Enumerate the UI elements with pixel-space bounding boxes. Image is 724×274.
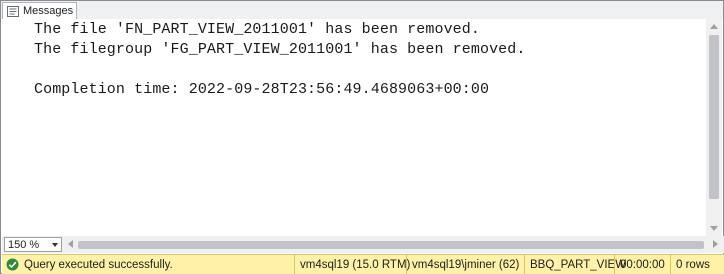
status-message: Query executed successfully. (24, 258, 173, 271)
horizontal-scroll-thumb[interactable] (78, 241, 704, 249)
status-user: vm4sql19\jminer (62) (406, 255, 524, 274)
tab-messages-label: Messages (23, 5, 74, 17)
messages-panel: Messages The file 'FN_PART_VIEW_2011001'… (0, 0, 724, 274)
vertical-scrollbar[interactable] (706, 19, 722, 236)
scroll-right-icon[interactable] (713, 240, 718, 248)
scroll-down-icon[interactable] (710, 226, 718, 231)
zoom-value: 150 % (8, 238, 40, 251)
message-line: The file 'FN_PART_VIEW_2011001' has been… (34, 21, 480, 38)
completion-time-line: Completion time: 2022-09-28T23:56:49.468… (34, 81, 490, 98)
messages-icon (7, 5, 19, 17)
scroll-left-icon[interactable] (68, 240, 73, 248)
tab-messages[interactable]: Messages (2, 2, 77, 19)
status-database: BBQ_PART_VIEW (524, 255, 626, 274)
messages-text-area[interactable]: The file 'FN_PART_VIEW_2011001' has been… (2, 19, 707, 235)
scroll-up-icon[interactable] (710, 24, 718, 29)
vertical-scroll-thumb[interactable] (709, 35, 719, 199)
chevron-down-icon[interactable] (52, 243, 58, 247)
success-check-icon (6, 258, 19, 271)
status-server: vm4sql19 (15.0 RTM) (294, 255, 410, 274)
status-bar: Query executed successfully. vm4sql19 (1… (2, 254, 724, 274)
zoom-select[interactable]: 150 % (4, 237, 62, 252)
zoom-and-scroll-row: 150 % (2, 236, 724, 253)
message-line: The filegroup 'FG_PART_VIEW_2011001' has… (34, 41, 526, 58)
status-elapsed-time: 00:00:00 (614, 255, 670, 274)
status-row-count: 0 rows (670, 255, 722, 274)
results-tab-strip: Messages (1, 1, 723, 19)
status-message-area: Query executed successfully. (2, 255, 294, 274)
